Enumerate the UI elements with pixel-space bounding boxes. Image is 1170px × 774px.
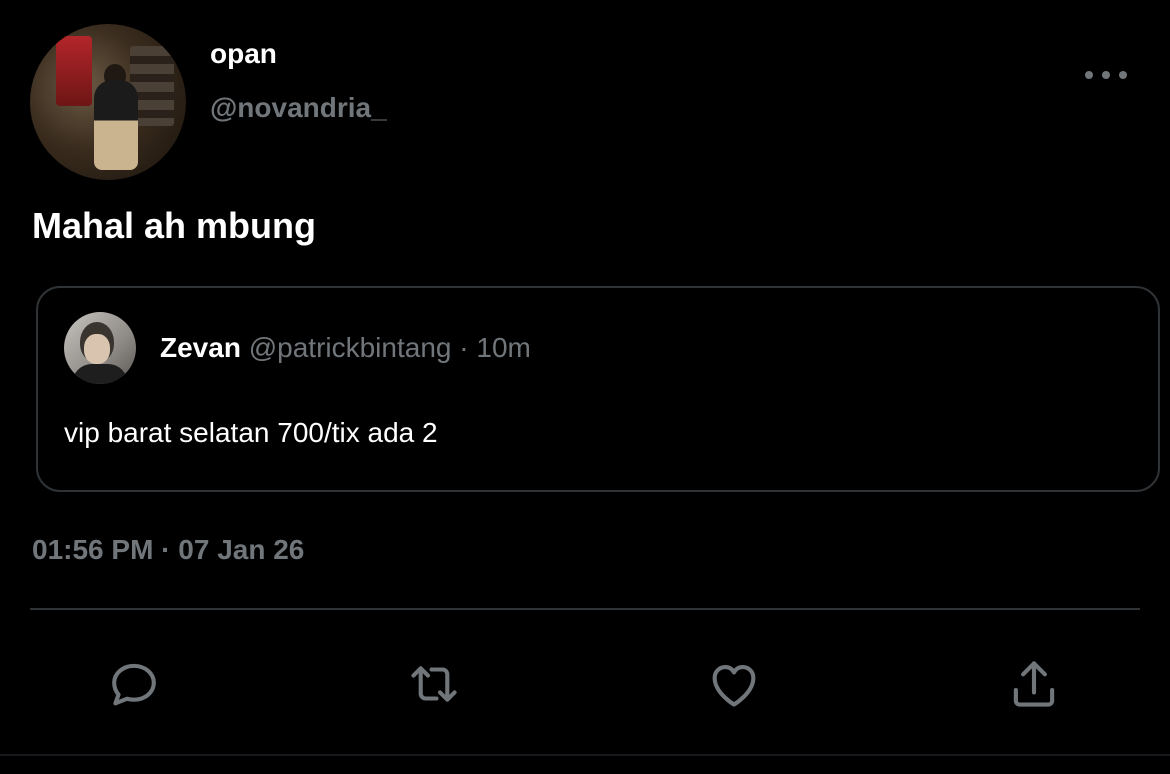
like-icon (712, 665, 756, 707)
quoted-author-handle: @patrickbintang (248, 332, 452, 363)
quoted-avatar-face (84, 334, 110, 364)
tweet-text: Mahal ah mbung (32, 205, 317, 246)
author-name[interactable]: opan (210, 38, 277, 70)
quoted-time: 10m (476, 332, 531, 363)
reply-icon (112, 663, 156, 706)
quoted-author-name: Zevan (160, 332, 241, 363)
share-button[interactable] (1002, 652, 1066, 716)
author-avatar[interactable] (30, 24, 186, 180)
more-options-icon[interactable] (1085, 60, 1127, 90)
quoted-author-avatar (64, 312, 136, 384)
more-dot (1085, 71, 1093, 79)
tweet-detail: opan @novandria_ Mahal ah mbung Zevan @p… (0, 0, 1170, 774)
quoted-tweet[interactable]: Zevan @patrickbintang · 10m vip barat se… (36, 286, 1160, 492)
author-handle[interactable]: @novandria_ (210, 92, 387, 124)
bottom-divider (0, 754, 1170, 756)
quoted-separator: · (459, 332, 469, 363)
retweet-button[interactable] (402, 652, 466, 716)
share-icon (1013, 661, 1055, 707)
more-dot (1102, 71, 1110, 79)
quoted-meta: Zevan @patrickbintang · 10m (160, 332, 531, 364)
retweet-icon (411, 666, 457, 702)
quoted-avatar-body (72, 364, 128, 384)
divider (30, 608, 1140, 610)
like-button[interactable] (702, 652, 766, 716)
avatar-person-body (94, 80, 138, 170)
quoted-text: vip barat selatan 700/tix ada 2 (64, 417, 438, 448)
avatar-background-cabinet (56, 36, 92, 106)
more-dot (1119, 71, 1127, 79)
tweet-timestamp: 01:56 PM · 07 Jan 26 (32, 534, 305, 565)
reply-button[interactable] (102, 652, 166, 716)
